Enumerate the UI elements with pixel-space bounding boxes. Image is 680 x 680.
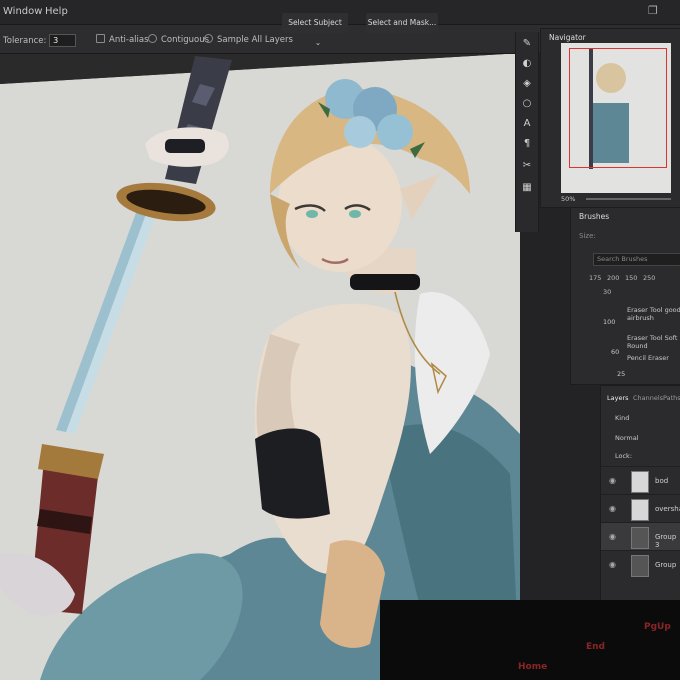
radio-icon [204, 34, 213, 43]
radio-icon [148, 34, 157, 43]
layer-row[interactable]: ◉ overshad [601, 494, 680, 523]
brush-item[interactable]: 100 Eraser Tool good airbrush [571, 300, 680, 326]
brush-icon[interactable]: ✎ [521, 38, 533, 50]
layers-icon[interactable]: ◈ [521, 78, 533, 90]
eye-icon[interactable]: ◉ [609, 532, 616, 541]
grid-icon[interactable]: ▦ [521, 182, 533, 194]
checkbox-icon [96, 34, 105, 43]
chevron-down-icon: ⌄ [314, 38, 322, 47]
artwork-canvas[interactable] [0, 54, 521, 680]
eye-icon[interactable]: ◉ [609, 476, 616, 485]
zoom-slider[interactable] [586, 198, 671, 200]
menu-help[interactable]: Help [45, 6, 68, 17]
brushes-title: Brushes [579, 212, 610, 221]
brush-item[interactable]: 60 Eraser Tool Soft Round [571, 328, 680, 356]
brush-size-2[interactable]: 150 [625, 274, 637, 282]
navigator-panel: Navigator 50% [540, 28, 680, 208]
menu-window[interactable]: Window [3, 6, 42, 17]
size-label: Size: [579, 232, 596, 240]
kind-filter[interactable]: Kind [615, 414, 629, 422]
layer-row[interactable]: ◉ bod [601, 466, 680, 495]
blend-mode-select[interactable]: Normal [615, 434, 639, 442]
folder-icon [631, 555, 649, 577]
eye-icon[interactable]: ◉ [609, 560, 616, 569]
select-and-mask-button[interactable]: Select and Mask... [366, 13, 438, 33]
adjust-icon[interactable]: ◐ [521, 58, 533, 70]
paragraph-icon[interactable]: ¶ [521, 138, 533, 150]
key-pgup: PgUp [644, 622, 671, 632]
tab-channels[interactable]: Channels [633, 394, 663, 402]
brush-size-0[interactable]: 175 [589, 274, 601, 282]
photoshop-screen: Window Help ❐ Tolerance: 3 Anti-alias Co… [0, 0, 680, 680]
lock-label: Lock: [615, 452, 633, 460]
key-home: Home [518, 662, 548, 672]
view-box[interactable] [569, 48, 667, 168]
tolerance-label: Tolerance: 3 [3, 34, 77, 47]
document-canvas-area[interactable] [0, 54, 521, 680]
brushes-panel: Brushes Size: Search Brushes 175 200 150… [570, 207, 680, 385]
navigator-title: Navigator [549, 33, 586, 42]
eye-icon[interactable]: ◉ [609, 504, 616, 513]
tools-icon[interactable]: ✂ [521, 160, 533, 172]
brush-item[interactable]: 25 Pencil Eraser [571, 354, 680, 380]
tolerance-input[interactable]: 3 [49, 34, 77, 47]
tab-layers[interactable]: Layers [607, 394, 629, 402]
tab-paths[interactable]: Paths [663, 394, 680, 402]
layer-row[interactable]: ◉ Group 3 [601, 522, 680, 551]
brush-size-1[interactable]: 200 [607, 274, 619, 282]
window-controls-icon[interactable]: ❐ [648, 4, 658, 17]
navigator-zoom[interactable]: 50% [561, 195, 575, 203]
antialias-checkbox[interactable]: Anti-alias [96, 34, 149, 45]
navigator-thumbnail[interactable] [561, 43, 671, 193]
layers-panel: Layers Channels Paths Kind Normal Lock: … [600, 385, 680, 602]
contiguous-radio[interactable]: Contiguous [148, 34, 209, 45]
brush-size-4[interactable]: 30 [603, 288, 611, 296]
type-icon[interactable]: A [521, 118, 533, 130]
panel-tool-strip: ✎ ◐ ◈ ○ A ¶ ✂ ▦ [515, 32, 539, 232]
layer-row[interactable]: ◉ Group [601, 550, 680, 579]
layer-thumbnail [631, 499, 649, 521]
search-brushes-input[interactable]: Search Brushes [593, 253, 680, 266]
select-subject-button[interactable]: Select Subject ⌄ [282, 13, 348, 47]
circle-icon[interactable]: ○ [521, 98, 533, 110]
keyboard: Home End PgUp [380, 600, 680, 680]
brush-size-3[interactable]: 250 [643, 274, 655, 282]
key-end: End [586, 642, 605, 652]
layer-thumbnail [631, 471, 649, 493]
folder-icon [631, 527, 649, 549]
sample-all-layers-checkbox[interactable]: Sample All Layers [204, 34, 293, 45]
